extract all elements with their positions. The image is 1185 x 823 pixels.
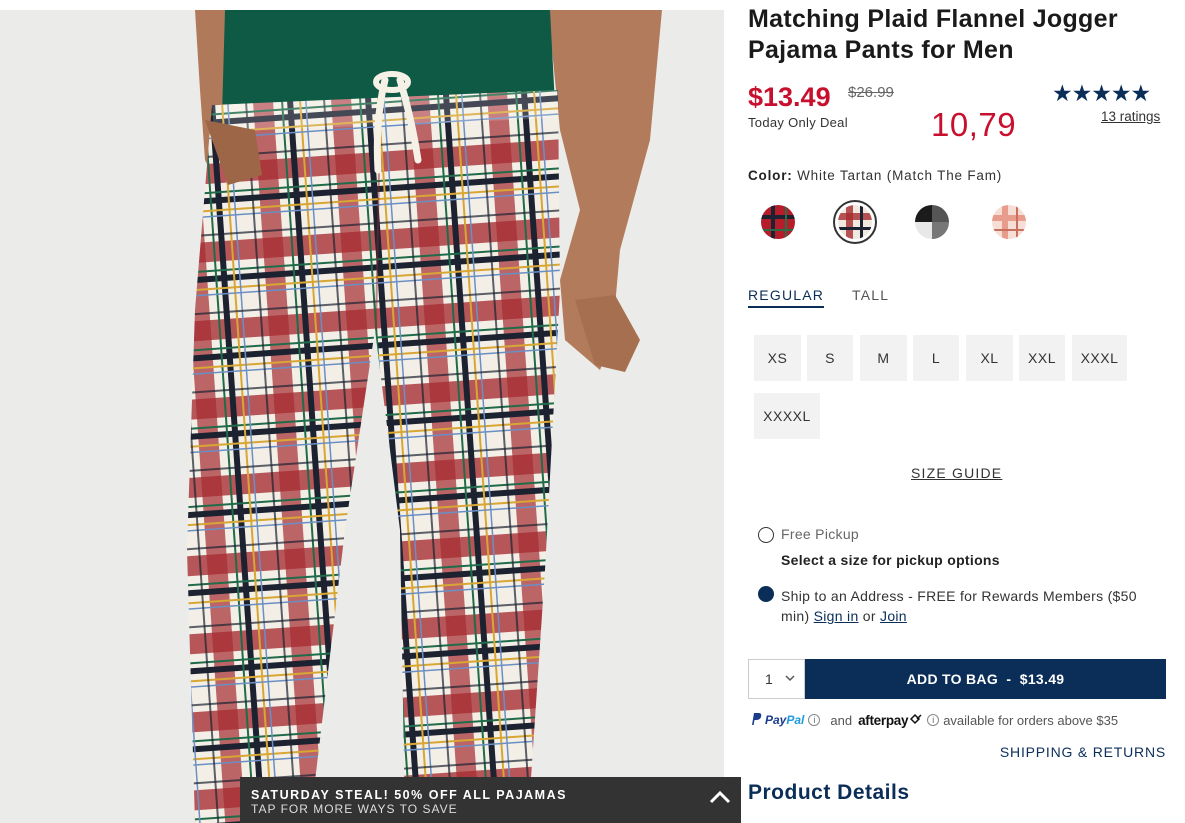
size-xxl[interactable]: XXL	[1019, 335, 1065, 381]
size-xl[interactable]: XL	[966, 335, 1013, 381]
pickup-note: Select a size for pickup options	[781, 552, 1000, 568]
size-s[interactable]: S	[807, 335, 853, 381]
original-price: $26.99	[848, 84, 894, 101]
tab-active-indicator	[748, 306, 824, 308]
pickup-radio[interactable]	[758, 527, 774, 543]
color-label: Color:	[748, 168, 793, 183]
shipping-returns-link[interactable]: SHIPPING & RETURNS	[1000, 744, 1166, 760]
product-title: Matching Plaid Flannel Jogger Pajama Pan…	[748, 5, 1118, 64]
rating-stars: ★★★★★	[1052, 80, 1151, 106]
info-icon[interactable]: i	[927, 714, 940, 726]
deal-label: Today Only Deal	[748, 115, 848, 130]
pickup-label: Free Pickup	[781, 526, 859, 542]
size-xxxl[interactable]: XXXL	[1072, 335, 1127, 381]
product-photo-illustration	[187, 10, 662, 823]
white-tartan-icon	[838, 205, 872, 239]
chevron-down-icon	[785, 671, 795, 690]
sale-price: $13.49	[748, 82, 831, 112]
color-selection: Color: White Tartan (Match The Fam)	[748, 168, 1002, 183]
swatch-red-tartan[interactable]	[761, 205, 795, 239]
add-to-bag-button[interactable]: ADD TO BAG - $13.49	[805, 659, 1166, 699]
swatch-pink-plaid[interactable]	[992, 205, 1026, 239]
or-text: or	[862, 608, 876, 624]
join-link[interactable]: Join	[880, 608, 907, 624]
tab-tall[interactable]: TALL	[852, 287, 889, 303]
and-text: and	[830, 712, 853, 728]
afterpay-arrows-icon	[909, 713, 923, 728]
paypal-icon	[750, 712, 762, 729]
afterpay-availability: available for orders above $35	[943, 712, 1119, 728]
chevron-up-icon[interactable]	[709, 790, 731, 809]
price-annotation: 10,79	[931, 106, 1017, 143]
pink-plaid-icon	[992, 205, 1026, 239]
payment-options: PayPal i and afterpay i available for or…	[750, 712, 1118, 728]
afterpay-logo: afterpay	[858, 712, 909, 728]
paypal-logo: PayPal	[765, 713, 805, 727]
promo-subtext: TAP FOR MORE WAYS TO SAVE	[251, 802, 458, 816]
ratings-link[interactable]: 13 ratings	[1101, 109, 1160, 124]
promo-headline: SATURDAY STEAL! 50% OFF ALL PAJAMAS	[251, 788, 567, 802]
black-white-plaid-icon	[915, 205, 949, 239]
swatch-white-tartan[interactable]	[838, 205, 872, 239]
red-tartan-icon	[761, 205, 795, 239]
tab-regular[interactable]: REGULAR	[748, 287, 824, 303]
size-guide-link[interactable]: SIZE GUIDE	[911, 465, 1002, 481]
swatch-black-white-plaid[interactable]	[915, 205, 949, 239]
ship-option-text: Ship to an Address - FREE for Rewards Me…	[781, 586, 1166, 626]
size-m[interactable]: M	[860, 335, 907, 381]
size-xs[interactable]: XS	[754, 335, 801, 381]
size-l[interactable]: L	[913, 335, 959, 381]
quantity-select[interactable]: 1	[748, 659, 805, 699]
promo-banner[interactable]: SATURDAY STEAL! 50% OFF ALL PAJAMAS TAP …	[240, 777, 741, 823]
sign-in-link[interactable]: Sign in	[814, 608, 859, 624]
ship-radio[interactable]	[758, 586, 774, 602]
color-selected-value: White Tartan (Match The Fam)	[797, 168, 1003, 183]
quantity-value: 1	[765, 671, 773, 687]
product-details-heading[interactable]: Product Details	[748, 781, 910, 805]
size-xxxxl[interactable]: XXXXL	[754, 393, 820, 439]
info-icon[interactable]: i	[808, 714, 821, 726]
product-image	[0, 10, 724, 823]
